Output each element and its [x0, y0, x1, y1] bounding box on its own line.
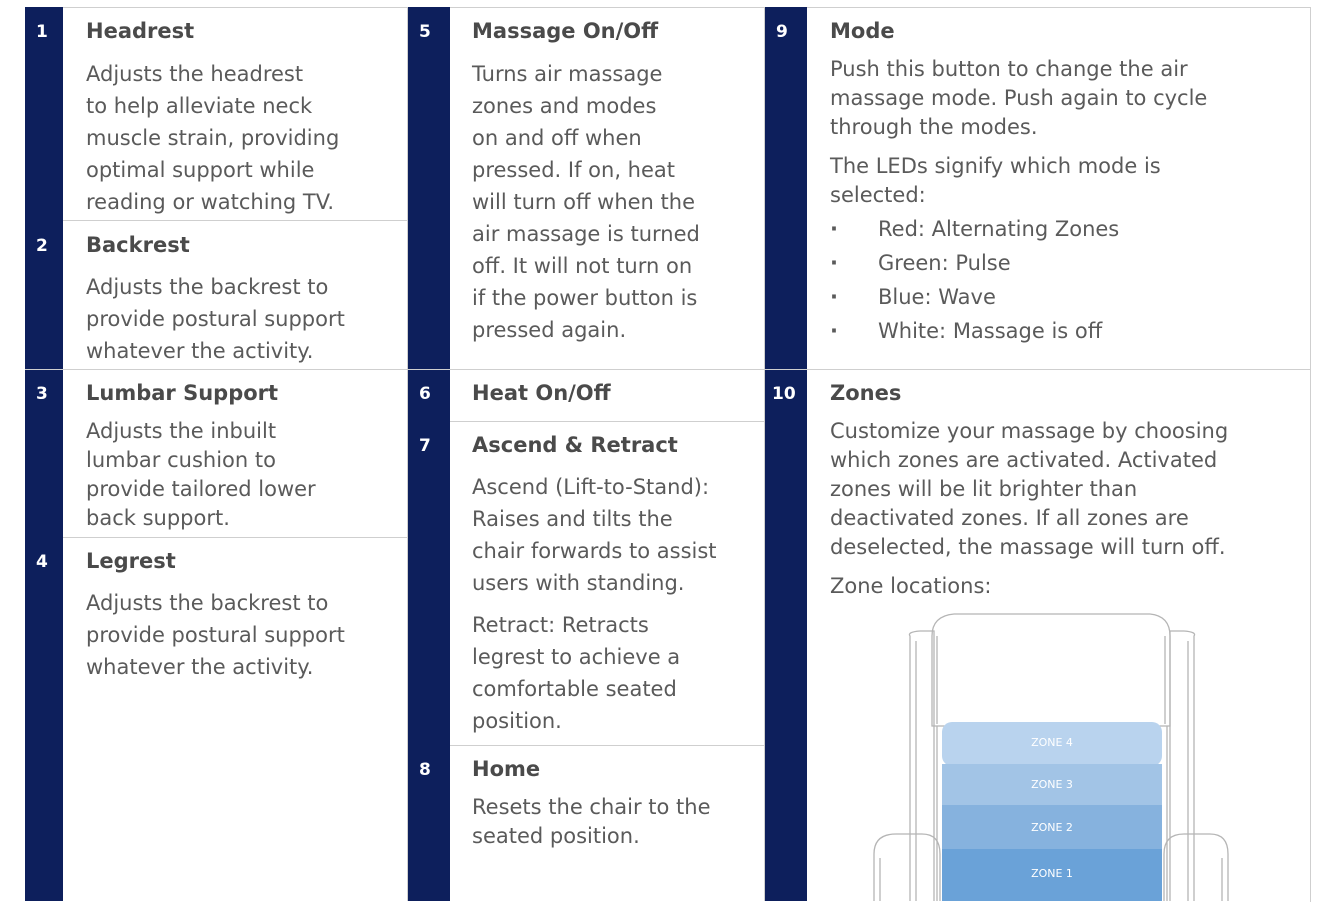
zones-description: Customize your massage by choosing which… [830, 419, 1229, 559]
section-body-massage-on-off: Turns air massage zones and modes on and… [472, 58, 757, 356]
section-body-backrest: Adjusts the backrest to provide postural… [86, 271, 404, 377]
list-item: Red: Alternating Zones [830, 212, 1300, 246]
section-body-lumbar-support: Adjusts the inbuilt lumbar cushion to pr… [86, 417, 401, 543]
section-title-mode: Mode [830, 19, 895, 43]
list-item: White: Massage is off [830, 314, 1300, 348]
section-number: 3 [36, 384, 48, 404]
section-number: 7 [419, 436, 431, 456]
section-title-home: Home [472, 757, 541, 781]
section-title-backrest: Backrest [86, 233, 190, 257]
section-body-headrest: Adjusts the headrest to help alleviate n… [86, 58, 401, 228]
section-title-legrest: Legrest [86, 549, 176, 573]
mode-description: Push this button to change the air massa… [830, 57, 1208, 139]
list-item: Blue: Wave [830, 280, 1300, 314]
section-body-mode: Push this button to change the air massa… [830, 55, 1300, 348]
mode-led-list: Red: Alternating Zones Green: Pulse Blue… [830, 212, 1300, 348]
section-number: 1 [36, 22, 48, 42]
column-1-band [25, 7, 63, 901]
section-body-zones: Customize your massage by choosing which… [830, 417, 1300, 611]
zone-label: ZONE 3 [1031, 778, 1073, 791]
section-number: 4 [36, 552, 48, 572]
list-item: Green: Pulse [830, 246, 1300, 280]
zone-label: ZONE 4 [1031, 736, 1073, 749]
column-3-band [765, 7, 807, 901]
row-divider [450, 421, 764, 422]
chair-zone-diagram: ZONE 4 ZONE 3 ZONE 2 ZONE 1 [873, 613, 1229, 901]
section-body-ascend-retract: Ascend (Lift-to-Stand): Raises and tilts… [472, 471, 762, 747]
headrest-description: Adjusts the headrest to help alleviate n… [86, 62, 340, 214]
section-title-zones: Zones [830, 381, 902, 405]
section-number: 2 [36, 236, 48, 256]
retract-description: Retract: Retracts legrest to achieve a c… [472, 613, 681, 733]
section-number: 10 [772, 384, 796, 404]
section-title-lumbar-support: Lumbar Support [86, 381, 279, 405]
section-number: 6 [419, 384, 431, 404]
section-body-legrest: Adjusts the backrest to provide postural… [86, 587, 404, 693]
zone-label: ZONE 2 [1031, 821, 1073, 834]
section-title-heat-on-off: Heat On/Off [472, 381, 611, 405]
home-description: Resets the chair to the seated position. [472, 795, 711, 848]
section-title-massage-on-off: Massage On/Off [472, 19, 659, 43]
legrest-description: Adjusts the backrest to provide postural… [86, 591, 345, 679]
section-number: 9 [776, 22, 788, 42]
section-title-ascend-retract: Ascend & Retract [472, 433, 678, 457]
section-number: 5 [419, 22, 431, 42]
massage-description: Turns air massage zones and modes on and… [472, 62, 700, 342]
zone-locations-label: Zone locations: [830, 574, 992, 598]
section-number: 8 [419, 760, 431, 780]
column-divider [407, 7, 408, 901]
ascend-description: Ascend (Lift-to-Stand): Raises and tilts… [472, 475, 717, 595]
lumbar-description: Adjusts the inbuilt lumbar cushion to pr… [86, 419, 316, 530]
section-body-home: Resets the chair to the seated position. [472, 793, 762, 861]
backrest-description: Adjusts the backrest to provide postural… [86, 275, 345, 363]
zone-label: ZONE 1 [1031, 867, 1073, 880]
mode-led-intro: The LEDs signify which mode is selected: [830, 154, 1161, 207]
section-title-headrest: Headrest [86, 19, 195, 43]
column-divider [764, 7, 765, 901]
